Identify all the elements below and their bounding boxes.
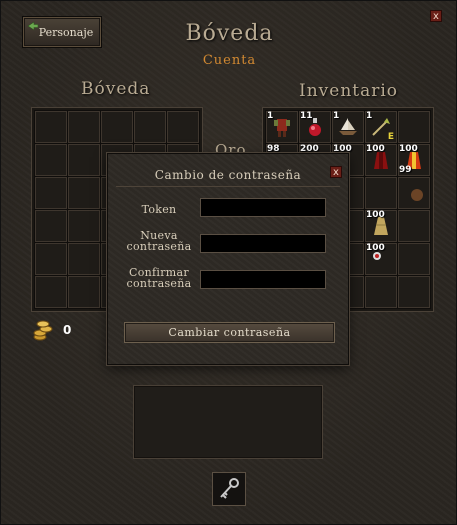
item-quantity: 1: [267, 111, 274, 121]
gold-coins-icon: [33, 320, 53, 341]
vault-slot[interactable]: [68, 243, 100, 275]
vault-slot[interactable]: [68, 111, 100, 143]
vault-title: Bóveda: [81, 79, 151, 99]
key-icon: [220, 478, 239, 499]
window-subtitle: Cuenta: [202, 53, 257, 68]
new-password-label-line2: contraseña: [126, 240, 192, 253]
inventory-title: Inventario: [299, 81, 399, 101]
confirm-password-input[interactable]: [200, 270, 326, 289]
inventory-slot[interactable]: [398, 210, 430, 242]
token-input[interactable]: [200, 198, 326, 217]
vault-slot[interactable]: [35, 243, 67, 275]
inventory-slot[interactable]: [398, 111, 430, 143]
item-quantity: 1: [366, 111, 373, 121]
dialog-separator: [116, 186, 340, 187]
vault-slot[interactable]: [68, 276, 100, 308]
inventory-slot[interactable]: [398, 177, 430, 209]
inventory-slot[interactable]: 1: [266, 111, 298, 143]
vault-slot[interactable]: [68, 210, 100, 242]
vault-slot[interactable]: [167, 111, 199, 143]
bag-icon: [411, 189, 423, 201]
item-info-panel: [133, 385, 323, 459]
dialog-close-button[interactable]: x: [330, 166, 342, 178]
inventory-slot[interactable]: [398, 243, 430, 275]
vault-slot[interactable]: [68, 144, 100, 176]
item-quantity: 11: [300, 111, 313, 121]
item-quantity-secondary: 99: [399, 165, 412, 175]
inventory-slot[interactable]: 100: [365, 210, 397, 242]
vault-slot[interactable]: [101, 111, 133, 143]
item-quantity: 100: [366, 144, 385, 154]
equipped-mark: E: [387, 132, 394, 142]
inventory-slot[interactable]: 1: [332, 111, 364, 143]
dialog-title: Cambio de contraseña: [154, 168, 302, 182]
new-password-input[interactable]: [200, 234, 326, 253]
inventory-slot[interactable]: 100: [365, 243, 397, 275]
vault-gold-amount: 0: [63, 323, 72, 337]
token-label: Token: [141, 203, 177, 216]
confirm-password-label: Confirmar contraseña: [122, 267, 196, 289]
vault-slot[interactable]: [68, 177, 100, 209]
password-change-dialog: Cambio de contraseña x Token Nueva contr…: [107, 153, 349, 365]
item-quantity: 100: [366, 210, 385, 220]
item-quantity: 1: [333, 111, 340, 121]
inventory-slot[interactable]: [365, 177, 397, 209]
item-quantity: 100: [399, 144, 418, 154]
inventory-slot[interactable]: 100: [365, 144, 397, 176]
inventory-slot[interactable]: 100 99: [398, 144, 430, 176]
window-close-button[interactable]: x: [430, 10, 442, 22]
boat-icon: [339, 118, 357, 135]
inventory-slot[interactable]: 11: [299, 111, 331, 143]
confirm-password-label-line2: contraseña: [126, 277, 192, 290]
vault-slot[interactable]: [134, 111, 166, 143]
inventory-slot[interactable]: [398, 276, 430, 308]
vault-slot[interactable]: [35, 210, 67, 242]
vault-slot[interactable]: [35, 276, 67, 308]
vault-window: Personaje Bóveda Cuenta x Bóveda Inventa…: [0, 0, 457, 525]
change-password-button[interactable]: Cambiar contraseña: [124, 322, 335, 343]
vault-slot[interactable]: [35, 177, 67, 209]
vault-slot[interactable]: [35, 144, 67, 176]
new-password-label: Nueva contraseña: [122, 230, 196, 252]
inventory-slot[interactable]: [365, 276, 397, 308]
window-title: Bóveda: [185, 21, 274, 46]
item-quantity: 100: [366, 243, 385, 253]
red-armor-icon: [274, 119, 290, 137]
inventory-slot[interactable]: 1E: [365, 111, 397, 143]
vault-slot[interactable]: [35, 111, 67, 143]
key-slot[interactable]: [212, 472, 246, 506]
